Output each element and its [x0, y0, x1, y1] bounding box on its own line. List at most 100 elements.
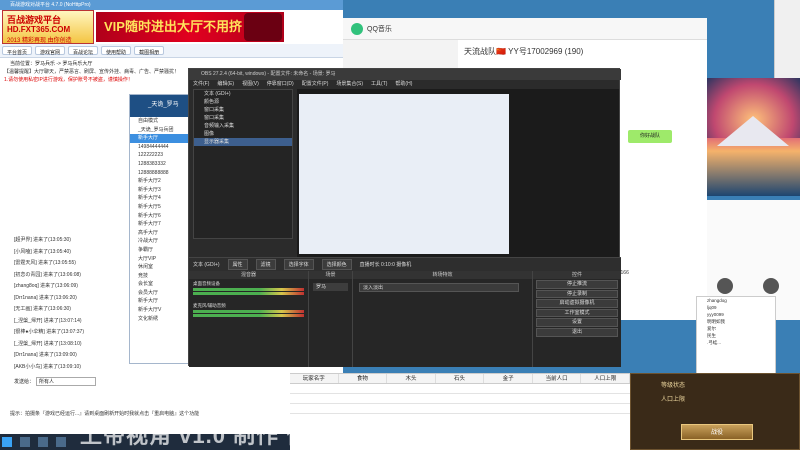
menu-edit[interactable]: 编辑(E) [217, 80, 234, 89]
lobby-header: _天诡_罗马 [130, 95, 190, 117]
banner: 百战游戏平台 HD.FXT365.COM 2013 精彩再现 由你创造 VIP随… [0, 10, 343, 44]
menu-view[interactable]: 视图(V) [242, 80, 259, 89]
user-item[interactable]: .弓蛙... [697, 339, 775, 346]
nav-help[interactable]: 使用帮助 [101, 46, 132, 56]
user-item[interactable]: 明明如我 [697, 318, 775, 325]
lobby-item[interactable]: 会员大厅 [130, 289, 190, 298]
exit-button[interactable]: 退出 [536, 327, 618, 337]
lobby-item[interactable]: 会长室 [130, 280, 190, 289]
notice: 【温馨提醒】大厅聊天，严禁恶言、刷屏、宣传外挂、病毒、广告、严禁骚扰！ [4, 69, 180, 75]
taskbar-app-icon[interactable] [56, 437, 66, 447]
lobby-item[interactable]: 新手大厅7 [130, 220, 190, 229]
campaign-button[interactable]: 战役 [681, 424, 753, 440]
logo-line2: HD.FXT365.COM [7, 25, 71, 34]
studio-mode-button[interactable]: 工作室模式 [536, 308, 618, 318]
chat-line: [_涅槃_帰开] 进来了(13:08:10) [14, 340, 82, 347]
lobby-item[interactable]: 14984444444 [130, 143, 190, 152]
start-icon[interactable] [2, 437, 12, 447]
font-button[interactable]: 选择字体 [283, 259, 314, 270]
user-item[interactable]: zhangdog [697, 297, 775, 304]
source-list: 文本 (GDI+) 颜色源 窗口采集 窗口采集 音频输入采集 图像 显示器采集 [193, 89, 293, 239]
table-row [290, 404, 630, 414]
lobby-item[interactable]: 新手大厅5 [130, 203, 190, 212]
obs-menu: 文件(F) 编辑(E) 视图(V) 停靠窗口(D) 配置文件(P) 场景集合(S… [189, 80, 621, 89]
menu-docks[interactable]: 停靠窗口(D) [267, 80, 294, 89]
mute-icon[interactable] [717, 278, 733, 294]
lobby-item[interactable]: 新手大厅2 [130, 177, 190, 186]
source-item[interactable]: 文本 (GDI+) [194, 90, 292, 98]
lobby-item[interactable]: 新手大厅V [130, 306, 190, 315]
taskbar-app-icon[interactable] [38, 437, 48, 447]
lobby-item[interactable]: 大厅VIP [130, 255, 190, 264]
lobby-item[interactable]: 新手大厅6 [130, 212, 190, 221]
color-button[interactable]: 选择颜色 [321, 259, 352, 270]
user-item[interactable]: 民生 [697, 332, 775, 339]
menu-file[interactable]: 文件(F) [193, 80, 209, 89]
user-item[interactable]: ljq09 [697, 304, 775, 311]
lobby-item[interactable]: _天诡_罗马兵团 [130, 126, 190, 135]
nav-home[interactable]: 平台首页 [2, 46, 33, 56]
lobby-panel: _天诡_罗马 自由模式 _天诡_罗马兵团 新手大厅 14984444444 12… [129, 94, 191, 364]
panel-label1: 等级状态 [661, 383, 686, 389]
lobby-item[interactable]: 休闲室 [130, 263, 190, 272]
chat-target-label: 发送给： [14, 379, 35, 385]
game-panel: 等级状态 人口上限 战役 [630, 373, 800, 450]
qq-titlebar: QQ音乐 [343, 18, 707, 40]
lobby-item[interactable]: 高手大厅 [130, 229, 190, 238]
source-item[interactable]: 音频输入采集 [194, 122, 292, 130]
menu-scenes[interactable]: 场景集合(S) [336, 80, 363, 89]
filters-button[interactable]: 滤镜 [255, 259, 276, 270]
settings-button[interactable]: 设置 [536, 318, 618, 327]
controls-dock: 控件 停止推流 停止录制 启动虚拟摄像机 工作室模式 设置 退出 [533, 271, 621, 367]
lobby-item[interactable]: 竞技 [130, 272, 190, 281]
source-toolbar: 文本 (GDI+) 属性 滤镜 选择字体 选择颜色 直播时长 0:10:0 摄像… [189, 257, 621, 271]
col-popcap: 人口上限 [581, 374, 631, 383]
right-toolbar [774, 0, 800, 78]
source-item[interactable]: 颜色源 [194, 98, 292, 106]
user-item[interactable]: 爱尔 [697, 325, 775, 332]
chat-target-select[interactable]: 所有人 [36, 377, 96, 386]
breadcrumb: 当前位置：罗马兵乐 -> 罗马兵乐大厅 [10, 61, 93, 67]
lobby-item[interactable]: 122222223 [130, 151, 190, 160]
lobby-item[interactable]: 新手大厅 [130, 297, 190, 306]
menu-profile[interactable]: 配置文件(P) [302, 80, 329, 89]
speaker-icon[interactable] [763, 278, 779, 294]
source-item-selected[interactable]: 显示器采集 [194, 138, 292, 146]
lobby-item[interactable]: 争霸厅 [130, 246, 190, 255]
taskbar-app-icon[interactable] [20, 437, 30, 447]
virtual-camera-button[interactable]: 启动虚拟摄像机 [536, 299, 618, 308]
obs-preview[interactable] [297, 89, 619, 257]
nav-site[interactable]: 游戏官网 [35, 46, 66, 56]
chat-line: [_涅槃_帰开] 进来了(13:07:14) [14, 317, 82, 324]
source-item[interactable]: 图像 [194, 130, 292, 138]
source-item[interactable]: 窗口采集 [194, 106, 292, 114]
scenes-header: 场景 [309, 271, 352, 279]
lobby-item-selected[interactable]: 新手大厅 [130, 134, 190, 143]
transition-select[interactable]: 淡入淡出 [359, 283, 519, 292]
lobby-item[interactable]: 新手大厅3 [130, 186, 190, 195]
table-row [290, 394, 630, 404]
lobby-item[interactable]: 冷战大厅 [130, 237, 190, 246]
lobby-item[interactable]: 12888888888 [130, 169, 190, 178]
lobby-item[interactable]: 文化新绣 [130, 315, 190, 324]
lobby-item[interactable]: 1288383332 [130, 160, 190, 169]
obs-window: OBS 27.2.4 (64-bit, windows) - 配置文件: 未命名… [188, 68, 621, 367]
stop-record-button[interactable]: 停止录制 [536, 289, 618, 299]
source-item[interactable]: 窗口采集 [194, 114, 292, 122]
scene-item[interactable]: 罗马 [313, 283, 348, 291]
transitions-dock: 转场特效 淡入淡出 [353, 271, 533, 367]
mixer-row-label: 桌面音频设备 [193, 281, 220, 286]
toolbar-source-name: 文本 (GDI+) [193, 262, 220, 268]
emblem-icon [244, 13, 282, 41]
mixer-row: 麦克风/辅助音频 [189, 301, 308, 323]
stop-stream-button[interactable]: 停止推流 [536, 280, 618, 289]
user-item[interactable]: yyy0099 [697, 311, 775, 318]
lobby-item[interactable]: 新手大厅4 [130, 194, 190, 203]
nav-album[interactable]: 截图相册 [134, 46, 165, 56]
chat-log: [超尹界] 进来了(13:05:30) [小风嗑] 进来了(13:05:40) … [14, 235, 134, 373]
menu-tools[interactable]: 工具(T) [371, 80, 387, 89]
nav-forum[interactable]: 百战论坛 [68, 46, 99, 56]
lobby-item[interactable]: 自由模式 [130, 117, 190, 126]
menu-help[interactable]: 帮助(H) [395, 80, 412, 89]
properties-button[interactable]: 属性 [227, 259, 248, 270]
